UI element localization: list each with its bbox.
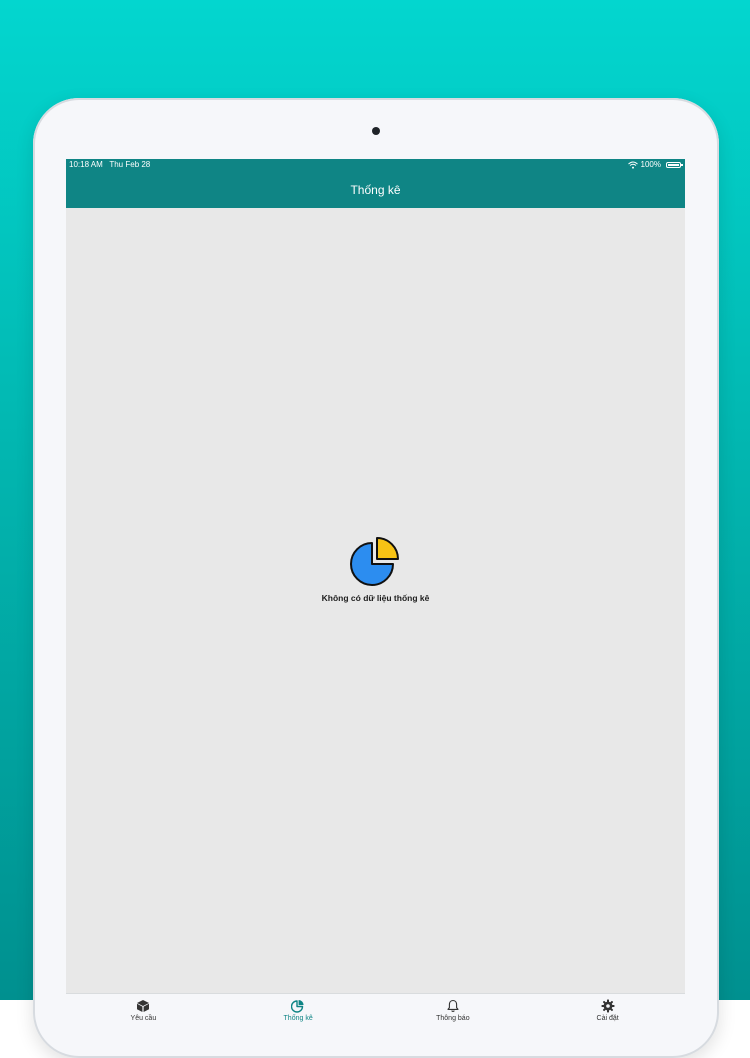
gear-icon (601, 999, 615, 1013)
tab-settings[interactable]: Cài đặt (530, 994, 685, 1039)
empty-state-message: Không có dữ liệu thống kê (321, 593, 430, 603)
wifi-icon (627, 161, 638, 169)
status-indicators: 100% (627, 160, 683, 169)
pie-chart-icon (291, 1000, 304, 1013)
tablet-frame: 10:18 AM Thu Feb 28 100% Thống kê Không … (33, 98, 719, 1058)
status-clock: 10:18 AM (69, 160, 103, 169)
bell-icon (447, 999, 459, 1012)
tab-requests-label: Yêu cầu (130, 1015, 157, 1022)
tab-notifications-label: Thông báo (436, 1015, 470, 1022)
tab-requests[interactable]: Yêu cầu (66, 994, 221, 1039)
tab-statistics[interactable]: Thống kê (221, 994, 376, 1039)
tab-notifications[interactable]: Thông báo (376, 994, 531, 1039)
battery-icon (666, 161, 683, 168)
box-icon (137, 1000, 150, 1012)
pie-chart-icon (349, 537, 399, 586)
status-bar: 10:18 AM Thu Feb 28 100% (66, 159, 685, 171)
empty-state: Không có dữ liệu thống kê (66, 534, 685, 603)
status-date: Thu Feb 28 (109, 160, 151, 169)
app-screen: 10:18 AM Thu Feb 28 100% Thống kê Không … (66, 159, 685, 1039)
tab-settings-label: Cài đặt (596, 1015, 619, 1022)
battery-percent: 100% (640, 160, 661, 169)
status-time: 10:18 AM Thu Feb 28 (69, 160, 150, 169)
page-title: Thống kê (350, 182, 401, 197)
front-camera (372, 127, 380, 135)
tab-statistics-label: Thống kê (283, 1015, 313, 1022)
navigation-bar: Thống kê (66, 171, 685, 208)
